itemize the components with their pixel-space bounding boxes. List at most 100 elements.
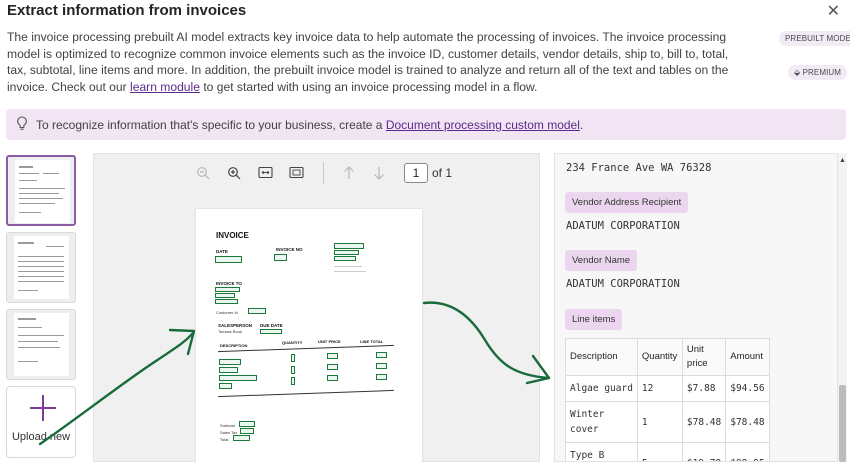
header-unit-price: Unit price [681,338,727,376]
vendor-address-value: 234 France Ave WA 76328 [566,162,712,174]
upload-new-button[interactable]: Upload new [6,386,76,458]
invoice-no-label: INVOICE NO [276,247,303,252]
salesperson-label: SALESPERSON [218,323,253,328]
header-description: Description [565,338,638,376]
total-label: Total [220,437,229,442]
col-description: DESCRIPTION [220,343,248,348]
learn-module-link[interactable]: learn module [130,80,200,94]
premium-badge-label: PREMIUM [802,68,842,77]
cell-quantity: 5 [636,442,683,461]
arrow-up-icon[interactable] [341,166,357,180]
cell-quantity: 12 [636,375,683,402]
detected-unit-price-box [327,364,338,370]
upload-new-label: Upload new [11,431,71,443]
vendor-name-tag[interactable]: Vendor Name [565,250,638,271]
cell-description: Type B replacement [565,442,638,461]
detected-vendor-address-box [334,250,359,255]
premium-badge: ⬙ PREMIUM [788,65,848,80]
table-header-row: Description Quantity Unit price Amount [565,338,770,376]
detected-unit-price-box [327,375,338,381]
thumbnail-page [14,236,69,299]
plus-icon [30,395,56,421]
cell-amount: $78.48 [725,401,770,443]
invoice-title: INVOICE [216,231,249,240]
cell-amount: $94.56 [725,375,770,402]
thumbnail-invoice-3[interactable] [6,309,76,380]
info-banner: To recognize information that's specific… [6,109,846,140]
detected-amount-box [376,352,387,358]
scroll-up-icon[interactable]: ▲ [839,157,846,164]
page-number-input[interactable]: 1 [404,163,428,183]
table-row: Type B replacement 5 $19.79 $98.95 [565,442,770,461]
thumbnail-invoice-1[interactable] [6,155,76,226]
page-count-label: of 1 [432,166,453,180]
col-unit-price: UNIT PRICE [318,339,341,344]
extraction-results-panel: 234 France Ave WA 76328 Vendor Address R… [554,153,838,462]
scrollbar-thumb[interactable] [839,385,846,462]
zoom-in-icon[interactable] [226,166,242,180]
line-items-table: Description Quantity Unit price Amount A… [565,338,770,461]
detected-due-date-box [260,329,282,334]
detected-customer-address-box [215,293,235,298]
toolbar-divider [323,162,324,184]
detected-tax-box [240,428,254,434]
vendor-name-value: ADATUM CORPORATION [566,278,680,290]
detected-customer-city-box [215,299,238,304]
detected-quantity-box [291,354,295,362]
invoice-to-label: INVOICE TO [216,281,242,286]
vendor-address-recipient-tag[interactable]: Vendor Address Recipient [565,192,689,213]
header-quantity: Quantity [636,338,683,376]
subtotal-label: Subtotal [220,423,235,428]
thumbnail-page [15,160,70,223]
document-viewer: 1 of 1 INVOICE DATE INVOICE NO ——————— —… [93,153,540,462]
banner-text: To recognize information that's specific… [36,118,583,132]
lightbulb-icon [16,115,28,134]
cell-amount: $98.95 [725,442,770,461]
header-amount: Amount [725,338,770,376]
cell-unit-price: $19.79 [681,442,727,461]
vendor-address-recipient-value: ADATUM CORPORATION [566,220,680,232]
diamond-icon: ⬙ [794,68,801,77]
detected-line-item-box [219,367,238,373]
table-row: Algae guard 12 $7.88 $94.56 [565,375,770,402]
dialog-title: Extract information from invoices [7,2,247,19]
thumbnail-invoice-2[interactable] [6,232,76,303]
close-icon[interactable]: ✕ [827,1,840,21]
detected-customer-box [215,287,240,292]
detected-customer-id-box [248,308,266,314]
detected-line-item-box [219,359,241,365]
cell-description: Winter cover [565,401,638,443]
cell-quantity: 1 [636,401,683,443]
detected-amount-box [376,363,387,369]
detected-invoice-id-box [274,254,287,261]
cell-unit-price: $7.88 [681,375,727,402]
detected-vendor-box [334,243,364,249]
fit-page-icon[interactable] [288,166,304,180]
table-row: Winter cover 1 $78.48 $78.48 [565,401,770,443]
banner-end: . [579,117,584,132]
detected-quantity-box [291,377,295,385]
description-end: to get started with using an invoice pro… [199,79,538,94]
detected-total-box [233,435,250,441]
prebuilt-model-badge: PREBUILT MODEL [779,31,850,46]
fit-width-icon[interactable] [257,166,273,180]
date-label: DATE [216,249,228,254]
invoice-preview: INVOICE DATE INVOICE NO ——————— ————————… [196,209,422,462]
detected-vendor-city-box [334,256,356,261]
arrow-down-icon[interactable] [371,166,387,180]
customer-id-label: Customer Id [216,310,238,315]
line-items-tag[interactable]: Line items [565,309,623,330]
detected-line-item-box [219,375,257,381]
detected-amount-box [376,374,387,380]
detected-date-box [215,256,242,263]
custom-model-link[interactable]: Document processing custom model [386,118,580,132]
salesperson-name: Tomasz Bouk [218,329,243,334]
cell-description: Algae guard [565,375,638,402]
cell-unit-price: $78.48 [681,401,727,443]
detected-quantity-box [291,366,295,374]
detected-line-item-box [219,383,232,389]
detected-subtotal-box [239,421,255,427]
col-quantity: QUANTITY [282,340,303,345]
zoom-out-icon[interactable] [195,166,211,180]
results-scrollbar[interactable]: ▲ [838,153,847,462]
